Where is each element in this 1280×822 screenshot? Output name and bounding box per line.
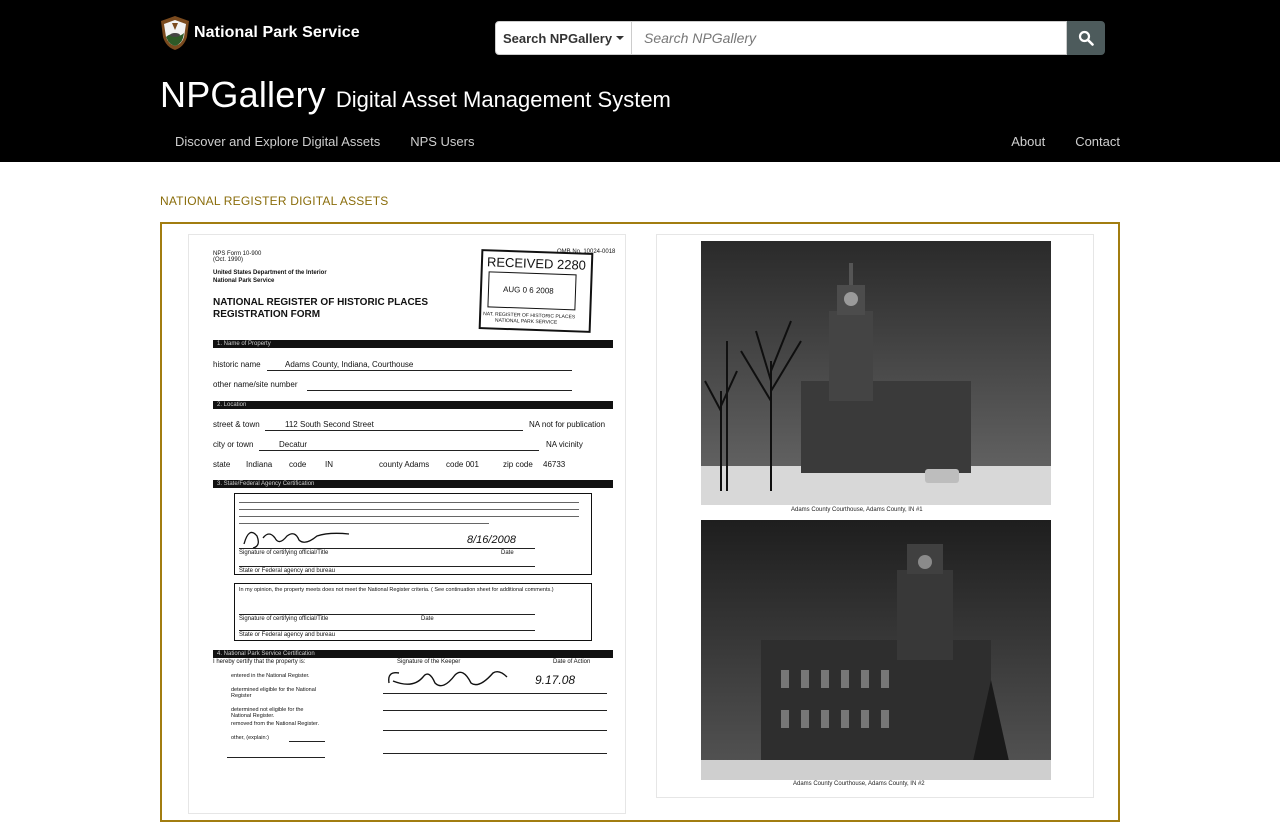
date-label: Date xyxy=(501,550,514,556)
search-scope-dropdown[interactable]: Search NPGallery xyxy=(495,21,632,55)
search-scope-label: Search NPGallery xyxy=(502,30,613,46)
opinion-box: In my opinion, the property meets does n… xyxy=(234,583,592,641)
brand-name: National Park Service xyxy=(194,24,360,41)
stamp-footer-2: NATIONAL PARK SERVICE xyxy=(494,317,558,326)
section-1-bar: 1. Name of Property xyxy=(213,340,613,348)
option-removed: removed from the National Register. xyxy=(231,721,320,727)
department: United States Department of the Interior xyxy=(213,270,327,276)
state-value: Indiana xyxy=(246,460,273,469)
title-main[interactable]: NPGallery xyxy=(160,74,326,116)
site-title: NPGallery Digital Asset Management Syste… xyxy=(160,74,671,116)
nav-about[interactable]: About xyxy=(996,134,1060,154)
date-label-2: Date xyxy=(421,616,434,622)
section-4-bar: 4. National Park Service Certification xyxy=(213,650,613,658)
city-value: Decatur xyxy=(279,440,308,449)
vicinity: NA vicinity xyxy=(546,440,583,449)
nav-discover[interactable]: Discover and Explore Digital Assets xyxy=(160,134,395,154)
code-label: code xyxy=(289,460,307,469)
form-date: (Oct. 1990) xyxy=(213,257,244,263)
agency-bureau-label-2: State or Federal agency and bureau xyxy=(239,632,336,638)
form-title-2: REGISTRATION FORM xyxy=(213,309,321,320)
section-2-bar: 2. Location xyxy=(213,401,613,409)
option-eligible: determined eligible for the National Reg… xyxy=(231,687,316,699)
certification-box: 8/16/2008 Signature of certifying offici… xyxy=(234,493,592,575)
photos-thumbnail[interactable]: Adams County Courthouse, Adams County, I… xyxy=(656,234,1094,798)
search-button[interactable] xyxy=(1067,21,1105,55)
county-code: code 001 xyxy=(446,460,479,469)
option-not-eligible: determined not eligible for the National… xyxy=(231,707,304,719)
section-3-bar: 3. State/Federal Agency Certification xyxy=(213,480,613,488)
secondary-nav: About Contact xyxy=(996,134,1135,154)
street-value: 112 South Second Street xyxy=(285,420,374,429)
asset-panel: NPS Form 10-900 (Oct. 1990) OMB No. 1002… xyxy=(160,222,1120,822)
other-name-label: other name/site number xyxy=(213,380,298,389)
action-date: 9.17.08 xyxy=(535,673,576,687)
courthouse-photo-2 xyxy=(701,520,1051,780)
courthouse-photo-1 xyxy=(701,241,1051,505)
cert-date: 8/16/2008 xyxy=(467,534,516,546)
action-date-label: Date of Action xyxy=(553,659,591,665)
search-bar: Search NPGallery xyxy=(495,21,1105,55)
search-input[interactable] xyxy=(632,21,1067,55)
section-label: NATIONAL REGISTER DIGITAL ASSETS xyxy=(160,194,389,208)
keeper-signature-icon xyxy=(388,670,508,687)
historic-name-value: Adams County, Indiana, Courthouse xyxy=(285,360,414,369)
state-label: state xyxy=(213,460,231,469)
agency: National Park Service xyxy=(213,278,275,284)
photo-caption-1: Adams County Courthouse, Adams County, I… xyxy=(791,507,923,513)
main-nav: Discover and Explore Digital Assets NPS … xyxy=(160,134,490,154)
site-header: National Park Service Search NPGallery N… xyxy=(0,0,1280,162)
title-subtitle: Digital Asset Management System xyxy=(335,87,671,112)
nav-nps-users[interactable]: NPS Users xyxy=(395,134,489,154)
signature-label-2: Signature of certifying official/Title xyxy=(239,616,329,622)
stamp-date: AUG 0 6 2008 xyxy=(502,284,554,296)
not-for-publication: NA not for publication xyxy=(529,420,606,429)
nps-arrowhead-icon xyxy=(161,16,189,50)
caret-down-icon xyxy=(616,36,625,40)
state-code: IN xyxy=(325,460,333,469)
nps-brand[interactable]: National Park Service xyxy=(160,15,360,51)
option-other: other, (explain:) xyxy=(231,735,269,741)
agency-bureau-label: State or Federal agency and bureau xyxy=(239,568,336,574)
street-label: street & town xyxy=(213,420,260,429)
received-stamp: RECEIVED 2280 AUG 0 6 2008 NAT. REGISTER… xyxy=(478,249,594,333)
photo-caption-2: Adams County Courthouse, Adams County, I… xyxy=(793,781,925,787)
certify-text: I hereby certify that the property is: xyxy=(213,659,306,665)
nav-contact[interactable]: Contact xyxy=(1060,134,1135,154)
zip-label: zip code xyxy=(503,460,533,469)
opinion-text: In my opinion, the property meets does n… xyxy=(239,587,554,593)
county: county Adams xyxy=(379,460,430,469)
city-label: city or town xyxy=(213,440,254,449)
historic-name-label: historic name xyxy=(213,360,261,369)
search-icon xyxy=(1078,30,1094,46)
form-title-1: NATIONAL REGISTER OF HISTORIC PLACES xyxy=(213,297,429,308)
option-entered: entered in the National Register. xyxy=(231,673,310,679)
signature-label: Signature of certifying official/Title xyxy=(239,550,329,556)
registration-form-thumbnail[interactable]: NPS Form 10-900 (Oct. 1990) OMB No. 1002… xyxy=(188,234,626,814)
stamp-received: RECEIVED 2280 xyxy=(486,254,587,273)
zip-value: 46733 xyxy=(543,460,566,469)
